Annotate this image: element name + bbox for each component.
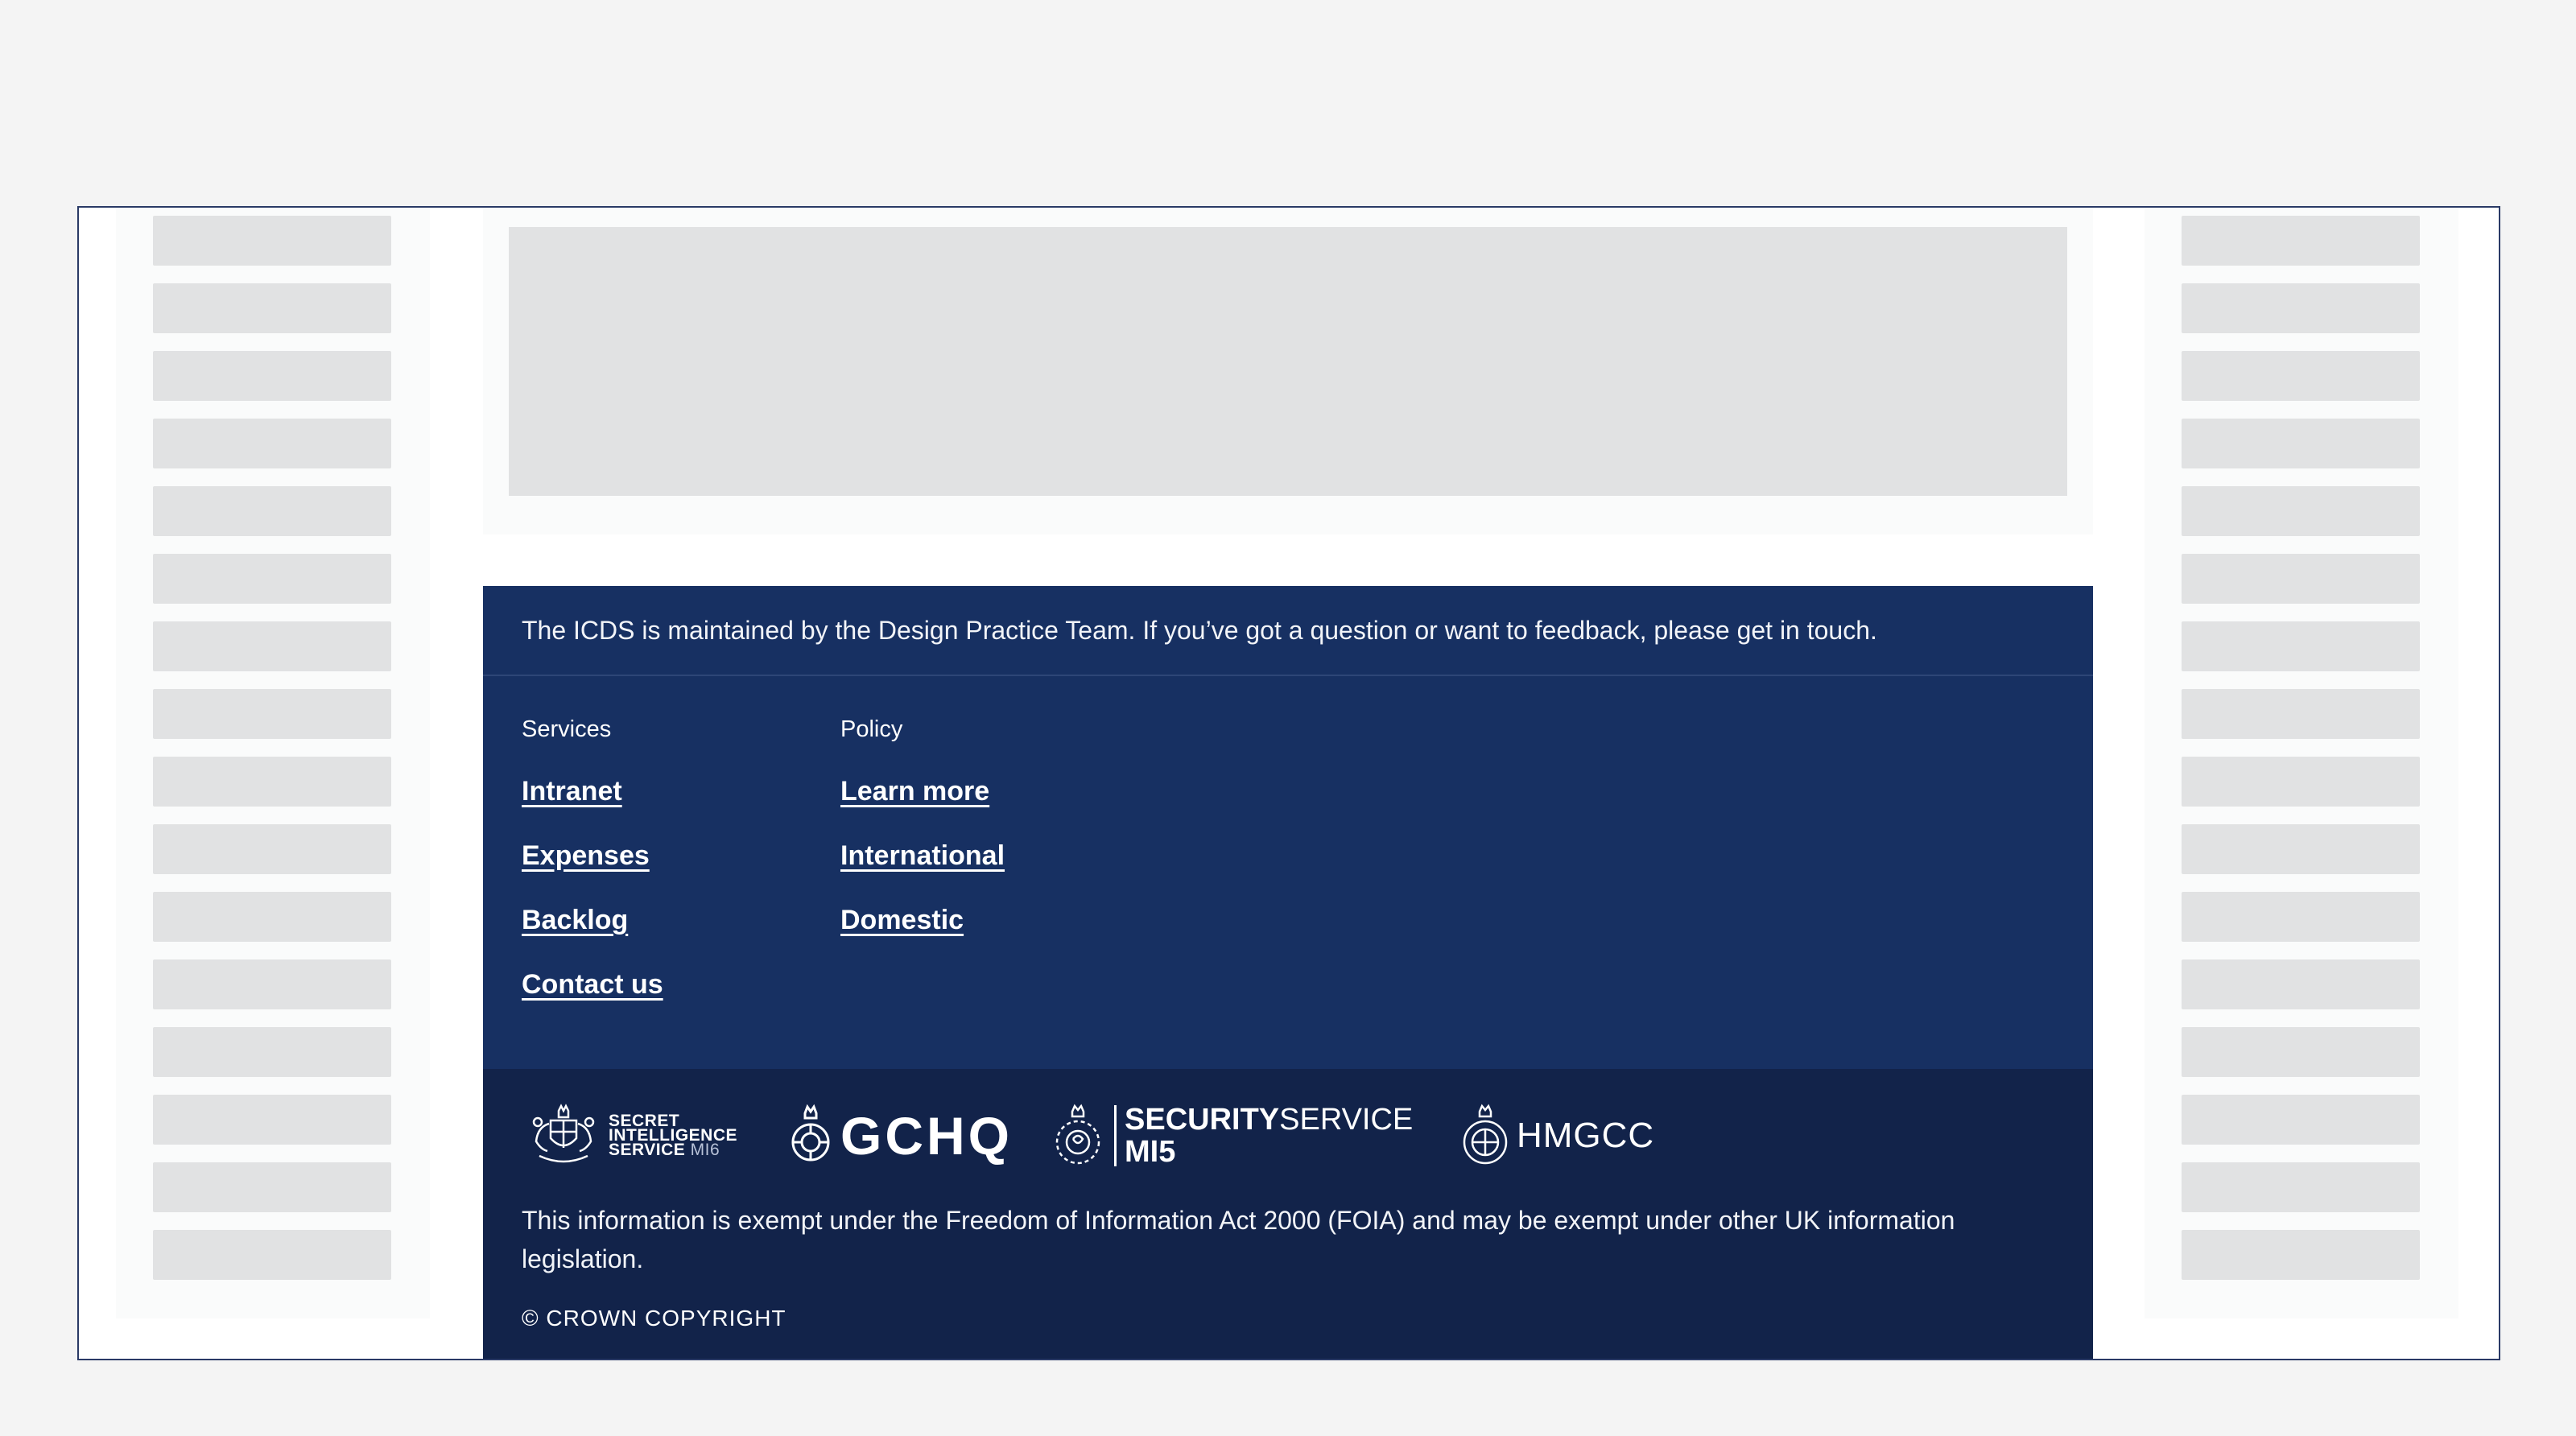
footer-link-learn-more[interactable]: Learn more [840,773,1005,810]
skeleton-item [2182,1027,2420,1077]
skeleton-item [2182,824,2420,874]
skeleton-item [153,1230,391,1280]
footer-column-services: Services Intranet Expenses Backlog Conta… [522,713,663,1030]
skeleton-item [2182,216,2420,266]
gchq-wordmark: GCHQ [840,1106,1013,1166]
footer-bottom: SECRET INTELLIGENCE SERVICE MI6 GCHQ SEC… [483,1069,2093,1359]
footer-link-domestic[interactable]: Domestic [840,902,1005,939]
content-skeleton-block [509,227,2067,496]
skeleton-item [153,1027,391,1077]
agency-logos: SECRET INTELLIGENCE SERVICE MI6 GCHQ SEC… [522,1100,1890,1172]
sis-line-3: SERVICE [609,1141,686,1159]
footer-link-contact-us[interactable]: Contact us [522,966,663,1003]
footer-link-backlog[interactable]: Backlog [522,902,663,939]
left-sidebar-placeholder [116,208,430,1318]
skeleton-item [153,216,391,266]
skeleton-item [153,621,391,671]
hmgcc-crest-icon [1460,1102,1510,1170]
skeleton-item [2182,959,2420,1009]
skeleton-item [2182,1095,2420,1145]
sis-wordmark: SECRET INTELLIGENCE SERVICE MI6 [609,1112,737,1159]
sis-suffix: MI6 [690,1141,720,1159]
skeleton-item [153,689,391,739]
sis-logo[interactable]: SECRET INTELLIGENCE SERVICE MI6 [526,1100,737,1172]
footer-message: The ICDS is maintained by the Design Pra… [522,616,1877,645]
skeleton-item [153,351,391,401]
skeleton-item [153,892,391,942]
page-frame: The ICDS is maintained by the Design Pra… [77,206,2500,1360]
royal-crest-icon [526,1103,601,1169]
footer-column-policy: Policy Learn more International Domestic [840,713,1005,966]
skeleton-item [153,959,391,1009]
skeleton-item [153,824,391,874]
skeleton-item [2182,689,2420,739]
skeleton-item [2182,351,2420,401]
footer-column-heading: Policy [840,716,903,742]
footer-column-heading: Services [522,716,612,742]
gchq-logo[interactable]: GCHQ [787,1100,1013,1172]
skeleton-item [153,554,391,604]
skeleton-item [2182,1230,2420,1280]
site-footer: The ICDS is maintained by the Design Pra… [483,586,2093,1359]
skeleton-item [2182,621,2420,671]
mi5-line-2: MI5 [1125,1135,1176,1169]
gchq-crest-icon [787,1102,834,1170]
skeleton-item [153,1162,391,1212]
mi5-divider [1114,1105,1117,1166]
footer-link-international[interactable]: International [840,837,1005,874]
hmgcc-wordmark: HMGCC [1517,1116,1655,1155]
skeleton-item [2182,486,2420,536]
right-sidebar-placeholder [2145,208,2458,1318]
crown-copyright: © CROWN COPYRIGHT [522,1306,786,1331]
skeleton-item [153,1095,391,1145]
footer-link-intranet[interactable]: Intranet [522,773,663,810]
footer-divider [483,675,2093,676]
mi5-bold-text: SECURITY [1125,1103,1280,1137]
skeleton-item [2182,554,2420,604]
mi5-wordmark: SECURITYSERVICE MI5 [1125,1104,1413,1168]
skeleton-item [153,283,391,333]
foia-notice: This information is exempt under the Fre… [522,1206,1955,1273]
main-content-placeholder [483,208,2093,534]
skeleton-item [153,757,391,807]
footer-link-expenses[interactable]: Expenses [522,837,663,874]
skeleton-item [2182,892,2420,942]
skeleton-item [2182,1162,2420,1212]
skeleton-item [2182,419,2420,468]
mi5-regular-text: SERVICE [1279,1103,1414,1137]
skeleton-item [153,419,391,468]
skeleton-item [153,486,391,536]
skeleton-item [2182,283,2420,333]
mi5-logo[interactable]: SECURITYSERVICE MI5 [1050,1100,1413,1172]
hmgcc-logo[interactable]: HMGCC [1460,1100,1654,1172]
mi5-crest-icon [1050,1102,1106,1170]
skeleton-item [2182,757,2420,807]
